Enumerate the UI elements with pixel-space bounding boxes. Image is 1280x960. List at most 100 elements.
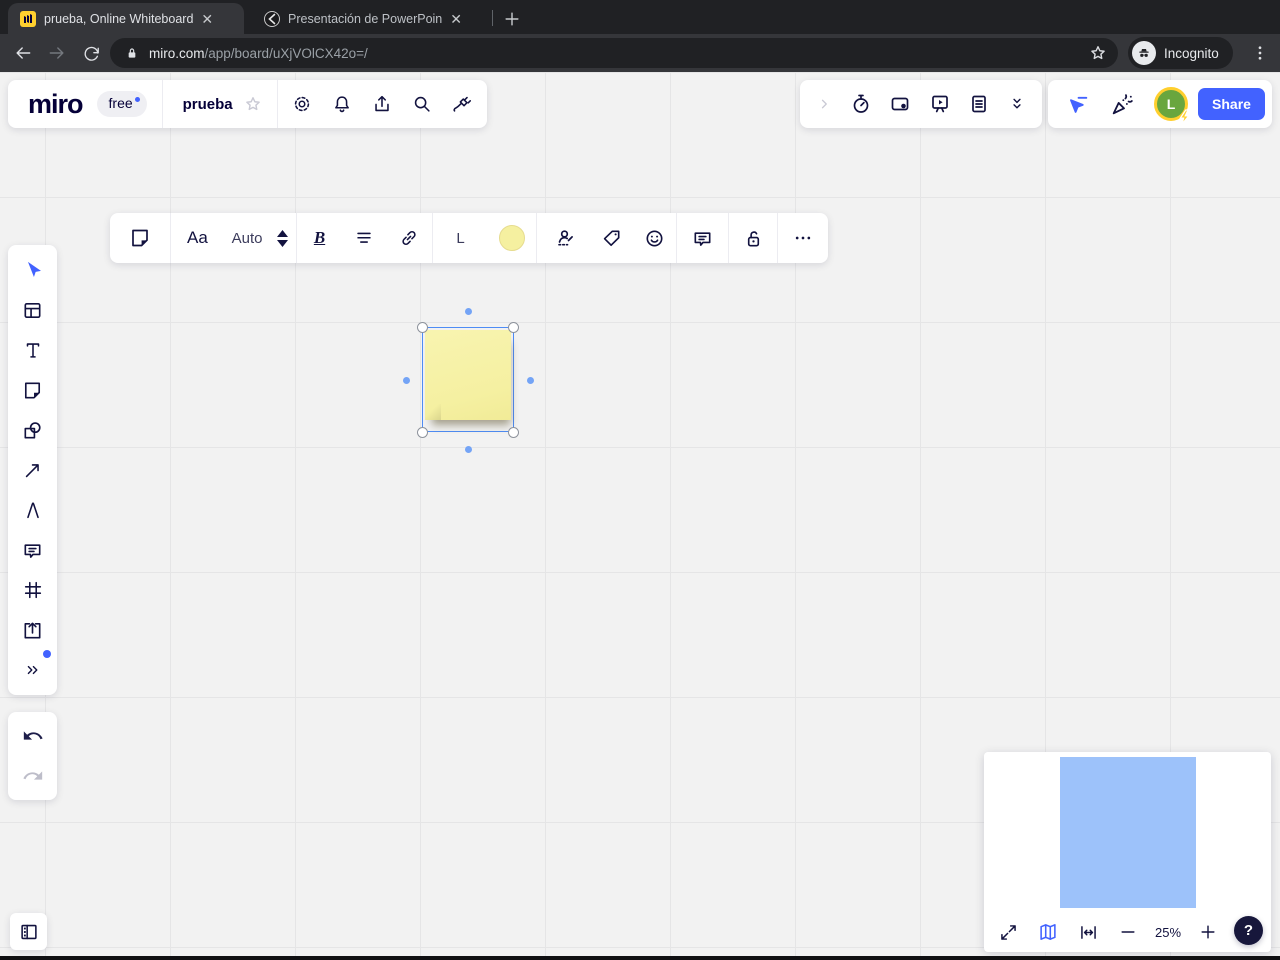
miro-logo[interactable]: miro <box>28 89 84 120</box>
comment-tool[interactable] <box>13 530 53 570</box>
resize-handle-se[interactable] <box>508 427 519 438</box>
creation-toolbar <box>8 245 57 695</box>
pen-tool[interactable] <box>13 490 53 530</box>
reactions-button[interactable] <box>1100 82 1144 126</box>
comment-icon <box>24 543 41 558</box>
resize-handle-sw[interactable] <box>417 427 428 438</box>
browser-menu-button[interactable] <box>1246 38 1274 68</box>
emoji-button[interactable] <box>632 213 676 263</box>
resize-handle-nw[interactable] <box>417 322 428 333</box>
bold-button[interactable]: B <box>297 213 343 263</box>
reload-button[interactable] <box>74 38 108 68</box>
address-bar[interactable]: miro.com/app/board/uXjVOlCX42o=/ <box>110 38 1118 68</box>
bookmark-star-button[interactable] <box>1088 43 1108 63</box>
new-tab-button[interactable] <box>498 5 526 33</box>
sticky-note[interactable] <box>425 330 511 420</box>
size-label: L <box>456 229 465 247</box>
avatar[interactable]: L <box>1154 87 1190 125</box>
browser-tab-powerpoint[interactable]: Presentación de PowerPoin ✕ <box>252 3 482 34</box>
tag-button[interactable] <box>591 213 633 263</box>
notifications-button[interactable] <box>322 84 362 124</box>
connector-dot-right[interactable] <box>527 377 534 384</box>
resize-handle-ne[interactable] <box>508 322 519 333</box>
more-options-button[interactable] <box>778 213 828 263</box>
font-size-stepper[interactable] <box>270 213 296 263</box>
upload-tool[interactable] <box>13 610 53 650</box>
window-bottom-edge <box>0 956 1280 960</box>
connector-dot-left[interactable] <box>403 377 410 384</box>
browser-toolbar: miro.com/app/board/uXjVOlCX42o=/ Incogni… <box>0 34 1280 72</box>
connector-dot-bottom[interactable] <box>465 446 472 453</box>
lock-button[interactable] <box>729 213 778 263</box>
export-icon <box>374 95 389 112</box>
fit-width-icon <box>1080 925 1096 939</box>
help-button[interactable]: ? <box>1234 916 1263 945</box>
align-button[interactable] <box>342 213 386 263</box>
connector-dot-top[interactable] <box>465 308 472 315</box>
redo-icon <box>22 771 42 780</box>
minimap-viewport[interactable] <box>1060 757 1196 908</box>
follow-cursors-button[interactable] <box>1056 82 1100 126</box>
kebab-menu-icon <box>1258 46 1262 60</box>
font-style-button[interactable]: Aa <box>171 213 225 263</box>
map-icon <box>1040 924 1056 940</box>
sticky-note-icon <box>131 229 148 247</box>
notifications-bell-icon <box>334 96 349 113</box>
forward-button[interactable] <box>40 38 74 68</box>
zoom-out-button[interactable] <box>1108 912 1148 952</box>
templates-tool[interactable] <box>13 290 53 330</box>
font-style-icon: Aa <box>186 228 208 247</box>
link-button[interactable] <box>386 213 432 263</box>
plan-badge[interactable]: free <box>96 91 147 117</box>
apps-button[interactable] <box>442 84 482 124</box>
export-button[interactable] <box>362 84 402 124</box>
undo-button[interactable] <box>13 719 53 753</box>
more-header-tools-button[interactable] <box>1007 94 1027 114</box>
tab-close-icon[interactable]: ✕ <box>450 12 462 26</box>
back-button[interactable] <box>6 38 40 68</box>
color-picker-button[interactable] <box>488 213 536 263</box>
collapse-panel-button[interactable] <box>815 95 833 113</box>
board-title[interactable]: prueba <box>183 96 233 113</box>
miro-favicon <box>20 10 36 27</box>
shapes-tool[interactable] <box>13 410 53 450</box>
connector-arrow-icon <box>25 464 39 478</box>
video-chat-button[interactable] <box>888 92 912 116</box>
fit-to-screen-button[interactable] <box>1068 912 1108 952</box>
incognito-icon <box>1132 41 1156 65</box>
timer-button[interactable] <box>849 92 873 116</box>
map-mode-button[interactable] <box>1028 912 1068 952</box>
favorite-board-button[interactable] <box>233 84 273 124</box>
select-tool[interactable] <box>13 250 53 290</box>
text-tool[interactable] <box>13 330 53 370</box>
emoji-smiley-icon <box>646 229 663 247</box>
plus-icon <box>505 12 519 26</box>
sticky-note-type-button[interactable] <box>110 213 170 263</box>
share-button[interactable]: Share <box>1198 88 1265 120</box>
search-button[interactable] <box>402 84 442 124</box>
frames-panel-icon <box>20 924 37 939</box>
browser-tab-miro[interactable]: prueba, Online Whiteboard ✕ <box>8 3 244 34</box>
tab-close-icon[interactable]: ✕ <box>201 12 213 26</box>
font-size-value[interactable]: Auto <box>224 213 270 263</box>
connector-tool[interactable] <box>13 450 53 490</box>
back-arrow-icon <box>16 47 31 59</box>
apps-plug-icon <box>453 96 471 112</box>
incognito-badge: Incognito <box>1128 37 1233 69</box>
globe-favicon <box>264 10 280 27</box>
redo-button[interactable] <box>13 759 53 793</box>
more-tools-button[interactable] <box>13 650 53 690</box>
frames-panel-toggle[interactable] <box>10 913 47 950</box>
zoom-level[interactable]: 25% <box>1148 925 1188 940</box>
frame-tool[interactable] <box>13 570 53 610</box>
presentation-button[interactable] <box>928 92 952 116</box>
sticky-note-tool[interactable] <box>13 370 53 410</box>
assign-button[interactable] <box>541 213 591 263</box>
expand-minimap-button[interactable] <box>988 912 1028 952</box>
notes-button[interactable] <box>967 92 991 116</box>
zoom-in-button[interactable] <box>1188 912 1228 952</box>
board-settings-button[interactable] <box>282 84 322 124</box>
size-button[interactable]: L <box>433 213 489 263</box>
stepper-down-icon <box>277 239 289 247</box>
comment-button[interactable] <box>677 213 728 263</box>
